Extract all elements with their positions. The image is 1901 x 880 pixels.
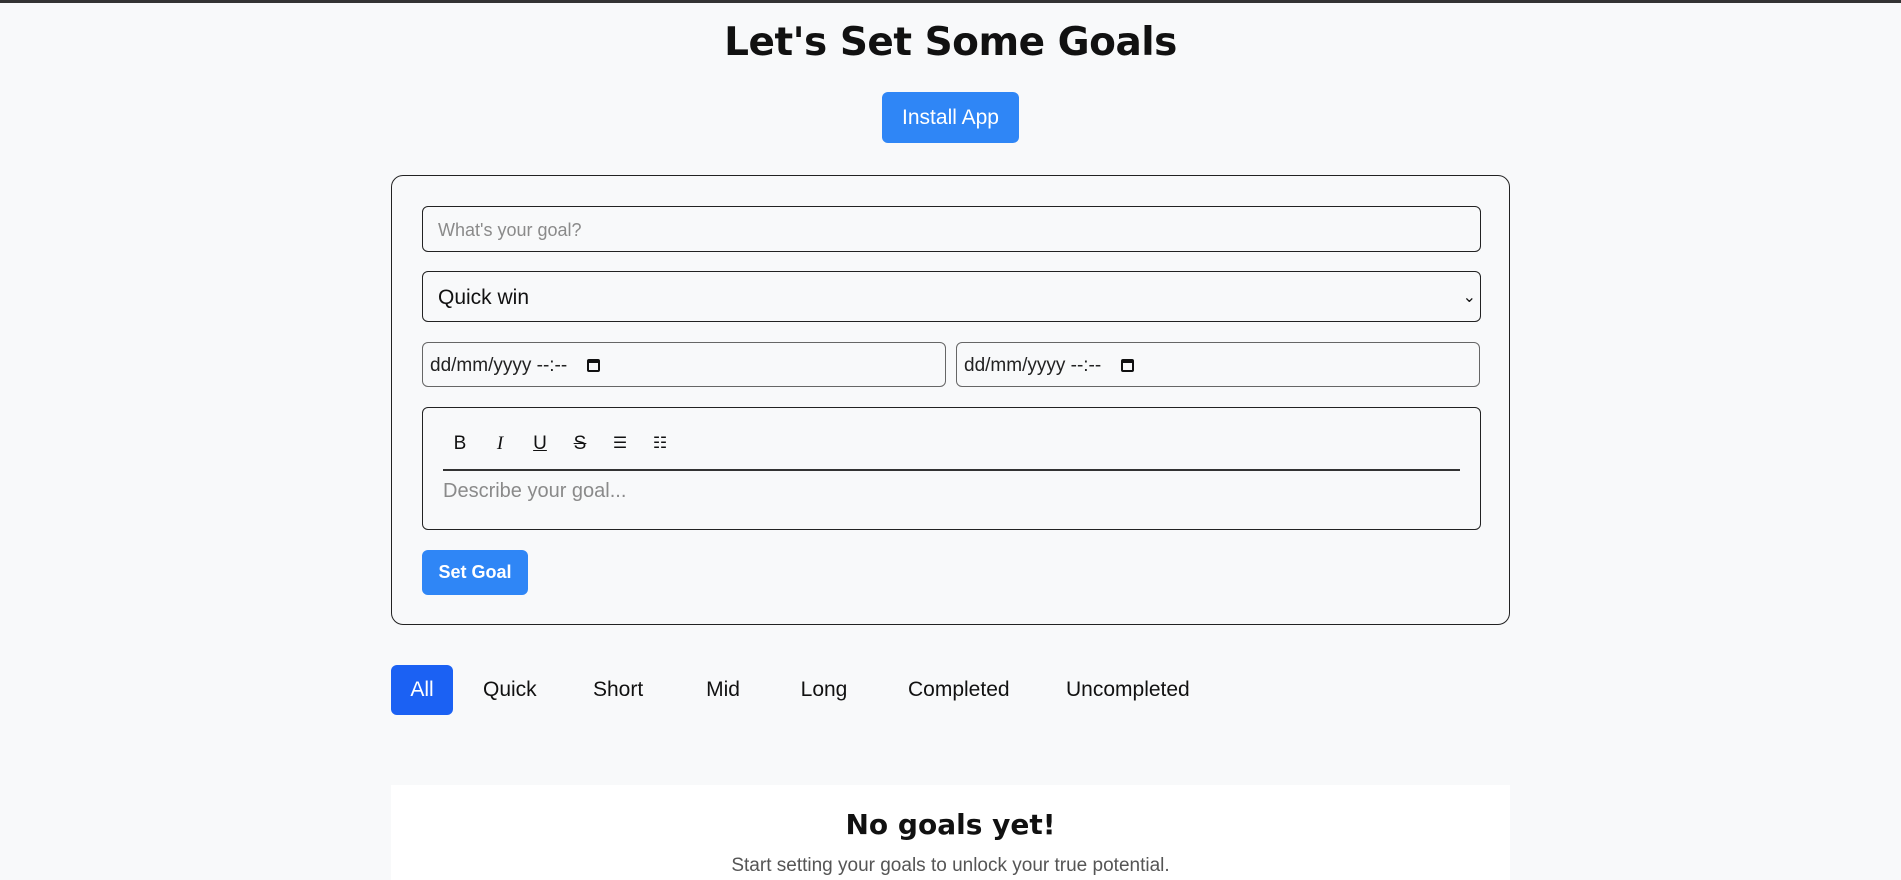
start-date-input[interactable]: dd/mm/yyyy --:-- [422, 342, 946, 387]
calendar-icon[interactable] [586, 359, 600, 372]
editor-toolbar: B I U S ☰ ☷ [443, 422, 1460, 471]
filter-mid[interactable]: Mid [703, 665, 743, 715]
set-goal-button[interactable]: Set Goal [422, 550, 528, 595]
start-date-placeholder: dd/mm/yyyy --:-- [430, 355, 568, 376]
end-date-input[interactable]: dd/mm/yyyy --:-- [956, 342, 1480, 387]
category-select[interactable]: Quick win ⌄ [422, 271, 1481, 322]
filter-quick[interactable]: Quick [483, 665, 537, 715]
page-title: Let's Set Some Goals [724, 20, 1177, 65]
install-app-button[interactable]: Install App [882, 92, 1019, 143]
filter-uncompleted[interactable]: Uncompleted [1066, 665, 1190, 715]
underline-icon[interactable]: U [528, 432, 552, 456]
filter-short[interactable]: Short [593, 665, 643, 715]
italic-icon[interactable]: I [488, 432, 512, 456]
category-selected-value: Quick win [438, 286, 530, 309]
goal-input[interactable]: What's your goal? [422, 206, 1481, 252]
strikethrough-icon[interactable]: S [568, 432, 592, 456]
filter-long[interactable]: Long [799, 665, 849, 715]
ordered-list-icon[interactable]: ☷ [648, 432, 672, 456]
empty-state: No goals yet! Start setting your goals t… [391, 785, 1510, 880]
description-editor[interactable]: B I U S ☰ ☷ Describe your goal... [422, 407, 1481, 530]
empty-state-subtitle: Start setting your goals to unlock your … [731, 855, 1170, 876]
calendar-icon[interactable] [1120, 359, 1134, 372]
empty-state-title: No goals yet! [845, 808, 1056, 841]
chevron-down-icon: ⌄ [1462, 289, 1476, 306]
filter-completed[interactable]: Completed [908, 665, 1010, 715]
description-placeholder: Describe your goal... [443, 480, 627, 502]
goal-form-card: What's your goal? Quick win ⌄ dd/mm/yyyy… [391, 175, 1510, 625]
filter-all[interactable]: All [391, 665, 453, 715]
bold-icon[interactable]: B [448, 432, 472, 456]
install-wrap: Install App [0, 92, 1901, 143]
bullet-list-icon[interactable]: ☰ [608, 432, 632, 456]
end-date-placeholder: dd/mm/yyyy --:-- [964, 355, 1102, 376]
